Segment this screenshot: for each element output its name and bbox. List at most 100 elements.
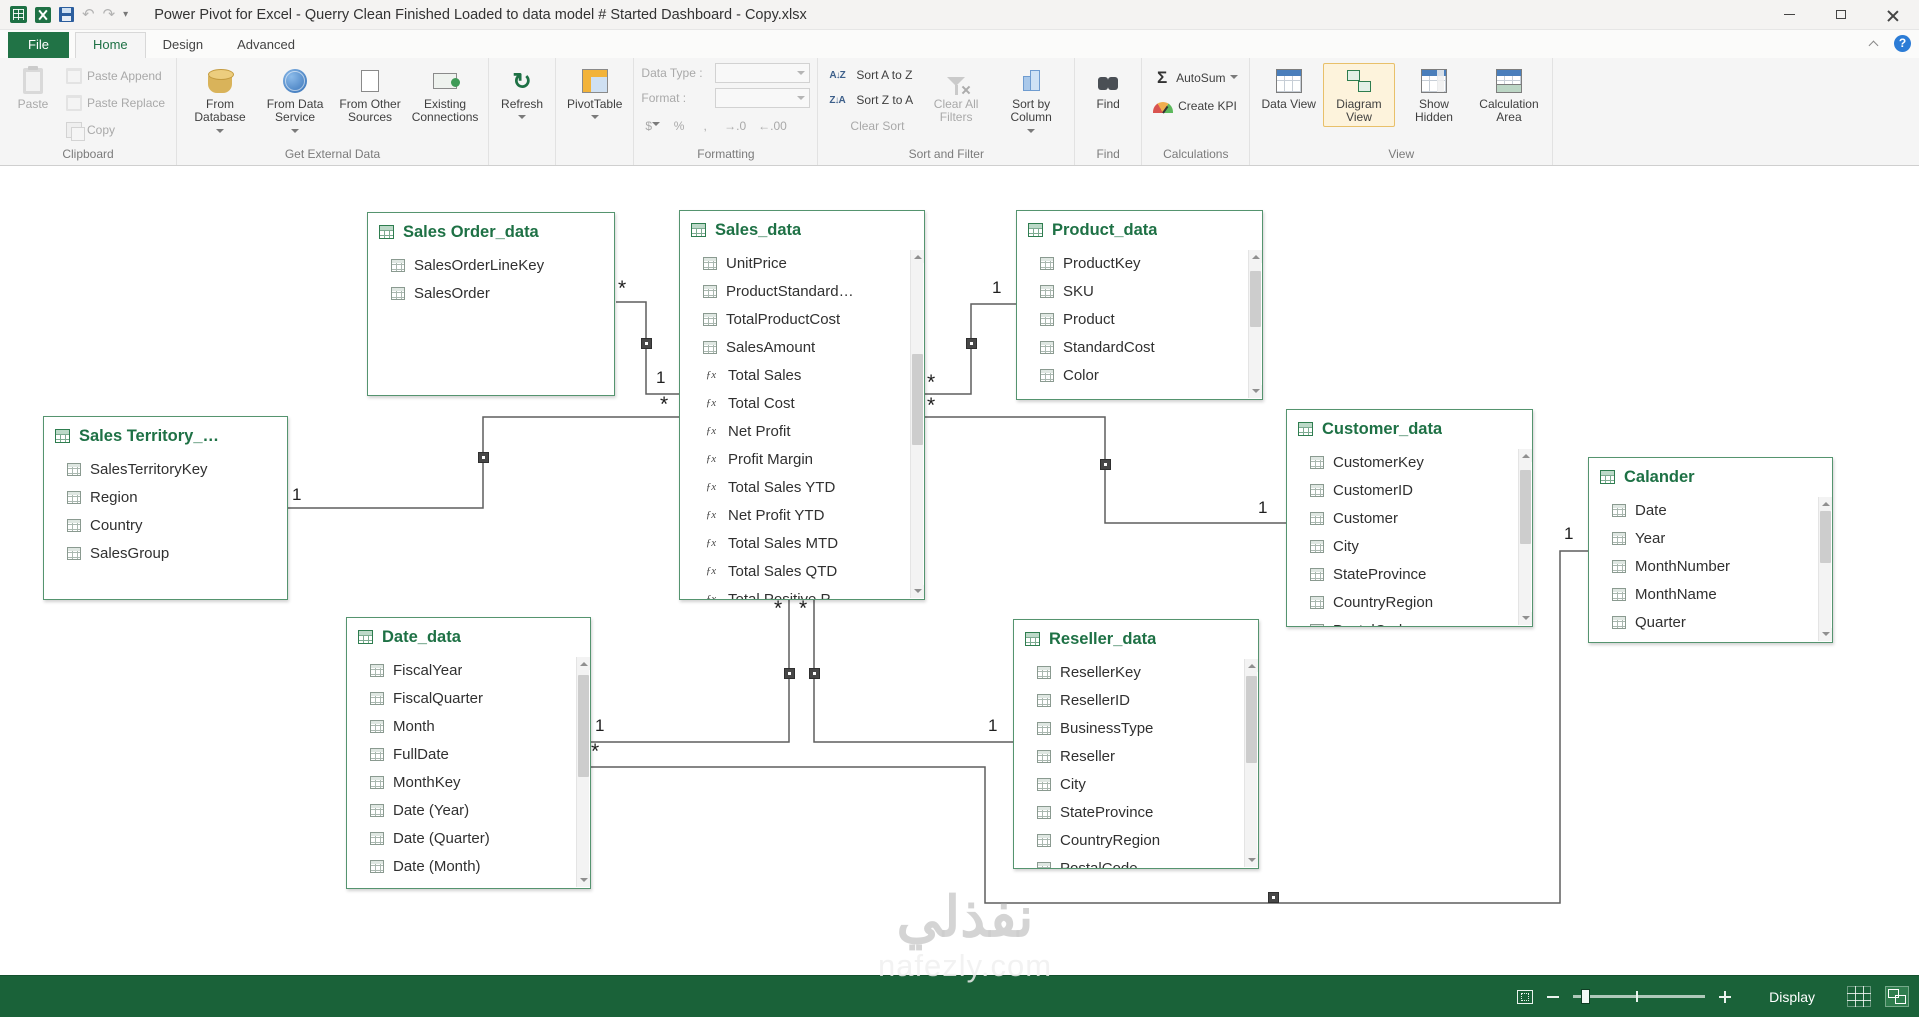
from-database-button[interactable]: From Database [184,63,256,139]
field-sku[interactable]: SKU [1017,277,1262,305]
tab-home[interactable]: Home [74,32,146,58]
field-countryregion[interactable]: CountryRegion [1014,826,1258,854]
increase-decimal-button[interactable]: →.0 [720,115,750,136]
relationship-handle[interactable] [1100,459,1111,470]
close-button[interactable] [1867,0,1919,29]
diagram-canvas[interactable]: * 1 1 * * 1 * 1 1 * 1 * * 1 Sales Order_… [0,166,1919,975]
relationship-handle[interactable] [641,338,652,349]
field-city[interactable]: City [1014,770,1258,798]
field-total-cost[interactable]: ƒx Total Cost [680,389,924,417]
diagram-table-sales-order-data[interactable]: Sales Order_data SalesOrderLineKey SalesO… [367,212,615,396]
scroll-down-icon[interactable] [1519,612,1532,625]
scroll-thumb[interactable] [1820,511,1831,564]
field-region[interactable]: Region [44,483,287,511]
diagram-table-sales-territory[interactable]: Sales Territory_… SalesTerritoryKey Regio… [43,416,288,600]
field-net-profit[interactable]: ƒx Net Profit [680,417,924,445]
qat-dropdown-icon[interactable]: ▾ [123,9,128,20]
field-customerid[interactable]: CustomerID [1287,476,1532,504]
field-salesorder[interactable]: SalesOrder [368,279,614,307]
field-totalproductcost[interactable]: TotalProductCost [680,305,924,333]
from-other-sources-button[interactable]: From Other Sources [334,63,406,127]
scroll-up-icon[interactable] [1245,659,1258,672]
field-color[interactable]: Color [1017,361,1262,389]
excel-icon[interactable] [35,6,51,23]
field-postalcode[interactable]: PostalCode [1014,854,1258,868]
redo-icon[interactable]: ↷ [103,7,116,22]
clear-all-filters-button[interactable]: Clear All Filters [920,63,992,127]
field-salesorderlinekey[interactable]: SalesOrderLineKey [368,251,614,279]
relationship-line-date-sales[interactable] [591,600,790,743]
field-stateprovince[interactable]: StateProvince [1014,798,1258,826]
thousands-separator-button[interactable]: , [694,115,716,136]
data-type-dropdown[interactable] [715,63,811,83]
field-city[interactable]: City [1287,532,1532,560]
field-customer[interactable]: Customer [1287,504,1532,532]
field-reseller[interactable]: Reseller [1014,742,1258,770]
percent-button[interactable]: % [668,115,690,136]
zoom-in-button[interactable] [1719,990,1732,1003]
sort-z-to-a-button[interactable]: Z↓A Sort Z to A [825,91,917,109]
minimize-button[interactable] [1763,0,1815,29]
table-header[interactable]: Sales Order_data [368,213,614,251]
field-customerkey[interactable]: CustomerKey [1287,448,1532,476]
field-salesamount[interactable]: SalesAmount [680,333,924,361]
field-fiscalyear[interactable]: FiscalYear [347,656,590,684]
existing-connections-button[interactable]: Existing Connections [409,63,481,127]
diagram-table-calander[interactable]: Calander Date Year MonthNumber MonthName Qua… [1588,457,1833,643]
scroll-down-icon[interactable] [911,585,924,598]
table-scrollbar[interactable] [1248,250,1262,398]
relationship-handle[interactable] [478,452,489,463]
data-view-button[interactable]: Data View [1257,63,1319,113]
field-year[interactable]: Year [1589,524,1832,552]
scroll-up-icon[interactable] [577,657,590,670]
scroll-thumb[interactable] [1250,270,1261,327]
field-postalcode[interactable]: PostalCode [1287,616,1532,626]
scroll-thumb[interactable] [1246,675,1257,763]
field-date-year-[interactable]: Date (Year) [347,796,590,824]
decrease-decimal-button[interactable]: ←.00 [754,115,791,136]
field-net-profit-ytd[interactable]: ƒx Net Profit YTD [680,501,924,529]
undo-icon[interactable]: ↶ [82,7,95,22]
field-productkey[interactable]: ProductKey [1017,249,1262,277]
field-resellerid[interactable]: ResellerID [1014,686,1258,714]
from-data-service-button[interactable]: From Data Service [259,63,331,139]
field-country[interactable]: Country [44,511,287,539]
diagram-table-date-data[interactable]: Date_data FiscalYear FiscalQuarter Month Fu… [346,617,591,889]
scroll-up-icon[interactable] [911,250,924,263]
field-date-quarter-[interactable]: Date (Quarter) [347,824,590,852]
field-stateprovince[interactable]: StateProvince [1287,560,1532,588]
scroll-down-icon[interactable] [1245,854,1258,867]
show-hidden-button[interactable]: Show Hidden [1398,63,1470,127]
scroll-up-icon[interactable] [1519,449,1532,462]
field-businesstype[interactable]: BusinessType [1014,714,1258,742]
field-total-sales[interactable]: ƒx Total Sales [680,361,924,389]
scroll-thumb[interactable] [912,354,923,445]
paste-button[interactable]: Paste [7,63,59,113]
table-header[interactable]: Date_data [347,618,590,656]
field-date[interactable]: Date [1589,496,1832,524]
field-unitprice[interactable]: UnitPrice [680,249,924,277]
field-fulldate[interactable]: FullDate [347,740,590,768]
scroll-up-icon[interactable] [1819,497,1832,510]
save-icon[interactable] [59,7,74,22]
data-view-toggle-icon[interactable] [1847,986,1871,1007]
field-quarter[interactable]: Quarter [1589,608,1832,636]
field-monthname[interactable]: MonthName [1589,580,1832,608]
field-monthnumber[interactable]: MonthNumber [1589,552,1832,580]
paste-replace-button[interactable]: Paste Replace [62,93,169,113]
table-scrollbar[interactable] [1244,659,1258,867]
relationship-handle[interactable] [966,338,977,349]
field-countryregion[interactable]: CountryRegion [1287,588,1532,616]
diagram-table-product-data[interactable]: Product_data ProductKey SKU Product Standar… [1016,210,1263,400]
tab-file[interactable]: File [8,32,69,58]
scroll-thumb[interactable] [578,675,589,777]
field-total-sales-mtd[interactable]: ƒx Total Sales MTD [680,529,924,557]
tab-advanced[interactable]: Advanced [220,33,312,58]
field-standardcost[interactable]: StandardCost [1017,333,1262,361]
scroll-thumb[interactable] [1520,470,1531,545]
table-scrollbar[interactable] [576,657,590,887]
zoom-slider-thumb[interactable] [1581,989,1591,1004]
field-profit-margin[interactable]: ƒx Profit Margin [680,445,924,473]
maximize-button[interactable] [1815,0,1867,29]
field-productstandard-[interactable]: ProductStandard… [680,277,924,305]
